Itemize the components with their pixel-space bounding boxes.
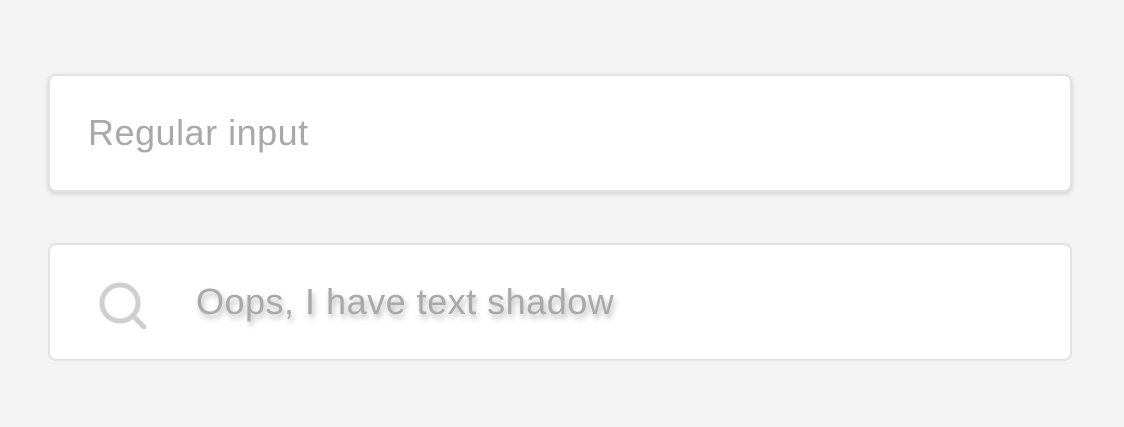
search-icon (96, 279, 152, 335)
search-input[interactable]: Oops, I have text shadow (48, 243, 1072, 361)
input-demo-page: Regular input Oops, I have text shadow (0, 0, 1124, 427)
regular-input[interactable]: Regular input (48, 74, 1072, 192)
regular-input-placeholder: Regular input (88, 112, 309, 153)
search-input-placeholder: Oops, I have text shadow (196, 281, 615, 322)
